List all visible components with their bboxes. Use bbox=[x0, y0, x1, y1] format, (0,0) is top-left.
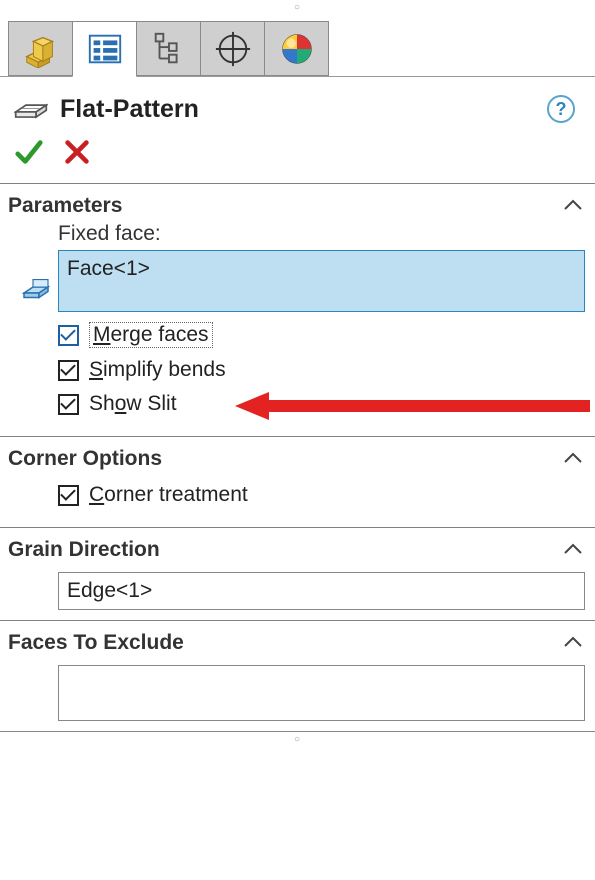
chevron-up-icon bbox=[563, 632, 583, 655]
flat-pattern-icon bbox=[14, 91, 48, 127]
corner-treatment-checkbox[interactable]: Corner treatment bbox=[58, 483, 585, 507]
tab-feature-tree[interactable] bbox=[8, 21, 73, 76]
section-header-faces-to-exclude[interactable]: Faces To Exclude bbox=[8, 629, 587, 659]
cancel-button[interactable] bbox=[62, 137, 92, 173]
ok-button[interactable] bbox=[14, 137, 44, 173]
show-slit-input[interactable] bbox=[58, 394, 79, 415]
section-title: Grain Direction bbox=[8, 538, 160, 562]
help-button[interactable]: ? bbox=[547, 95, 575, 123]
simplify-bends-input[interactable] bbox=[58, 360, 79, 381]
merge-faces-checkbox[interactable]: Merge faces bbox=[58, 322, 585, 348]
show-slit-label: Show Slit bbox=[89, 392, 177, 416]
section-faces-to-exclude: Faces To Exclude bbox=[0, 620, 595, 731]
feature-title: Flat-Pattern bbox=[60, 95, 535, 124]
section-title: Parameters bbox=[8, 194, 122, 218]
panel-grip-bottom[interactable]: ○ bbox=[0, 732, 595, 747]
merge-faces-input[interactable] bbox=[58, 325, 79, 346]
corner-treatment-input[interactable] bbox=[58, 485, 79, 506]
chevron-up-icon bbox=[563, 448, 583, 471]
section-parameters: Parameters Fixed face: Face<1> Merge fac… bbox=[0, 183, 595, 436]
simplify-bends-label: Simplify bends bbox=[89, 358, 226, 382]
corner-treatment-label: Corner treatment bbox=[89, 483, 248, 507]
tab-dimxpert[interactable] bbox=[200, 21, 265, 76]
tab-display-manager[interactable] bbox=[264, 21, 329, 76]
simplify-bends-checkbox[interactable]: Simplify bends bbox=[58, 358, 585, 382]
grain-direction-value: Edge<1> bbox=[67, 579, 152, 602]
chevron-up-icon bbox=[563, 195, 583, 218]
fixed-face-input[interactable]: Face<1> bbox=[58, 250, 585, 312]
face-selection-icon bbox=[21, 273, 51, 307]
feature-header: Flat-Pattern ? bbox=[0, 77, 595, 137]
section-header-grain-direction[interactable]: Grain Direction bbox=[8, 536, 587, 566]
fixed-face-label: Fixed face: bbox=[58, 222, 585, 246]
section-grain-direction: Grain Direction Edge<1> bbox=[0, 527, 595, 620]
faces-to-exclude-input[interactable] bbox=[58, 665, 585, 721]
section-header-corner-options[interactable]: Corner Options bbox=[8, 445, 587, 475]
section-title: Corner Options bbox=[8, 447, 162, 471]
chevron-up-icon bbox=[563, 539, 583, 562]
tab-strip bbox=[0, 15, 595, 77]
panel-grip-top[interactable]: ○ bbox=[0, 0, 595, 15]
show-slit-checkbox[interactable]: Show Slit bbox=[58, 392, 585, 416]
section-header-parameters[interactable]: Parameters bbox=[8, 192, 587, 222]
tab-configuration-manager[interactable] bbox=[136, 21, 201, 76]
section-corner-options: Corner Options Corner treatment bbox=[0, 436, 595, 527]
tab-property-manager[interactable] bbox=[72, 21, 137, 77]
grain-direction-input[interactable]: Edge<1> bbox=[58, 572, 585, 610]
merge-faces-label: Merge faces bbox=[89, 322, 213, 348]
fixed-face-value: Face<1> bbox=[67, 257, 150, 280]
section-title: Faces To Exclude bbox=[8, 631, 184, 655]
